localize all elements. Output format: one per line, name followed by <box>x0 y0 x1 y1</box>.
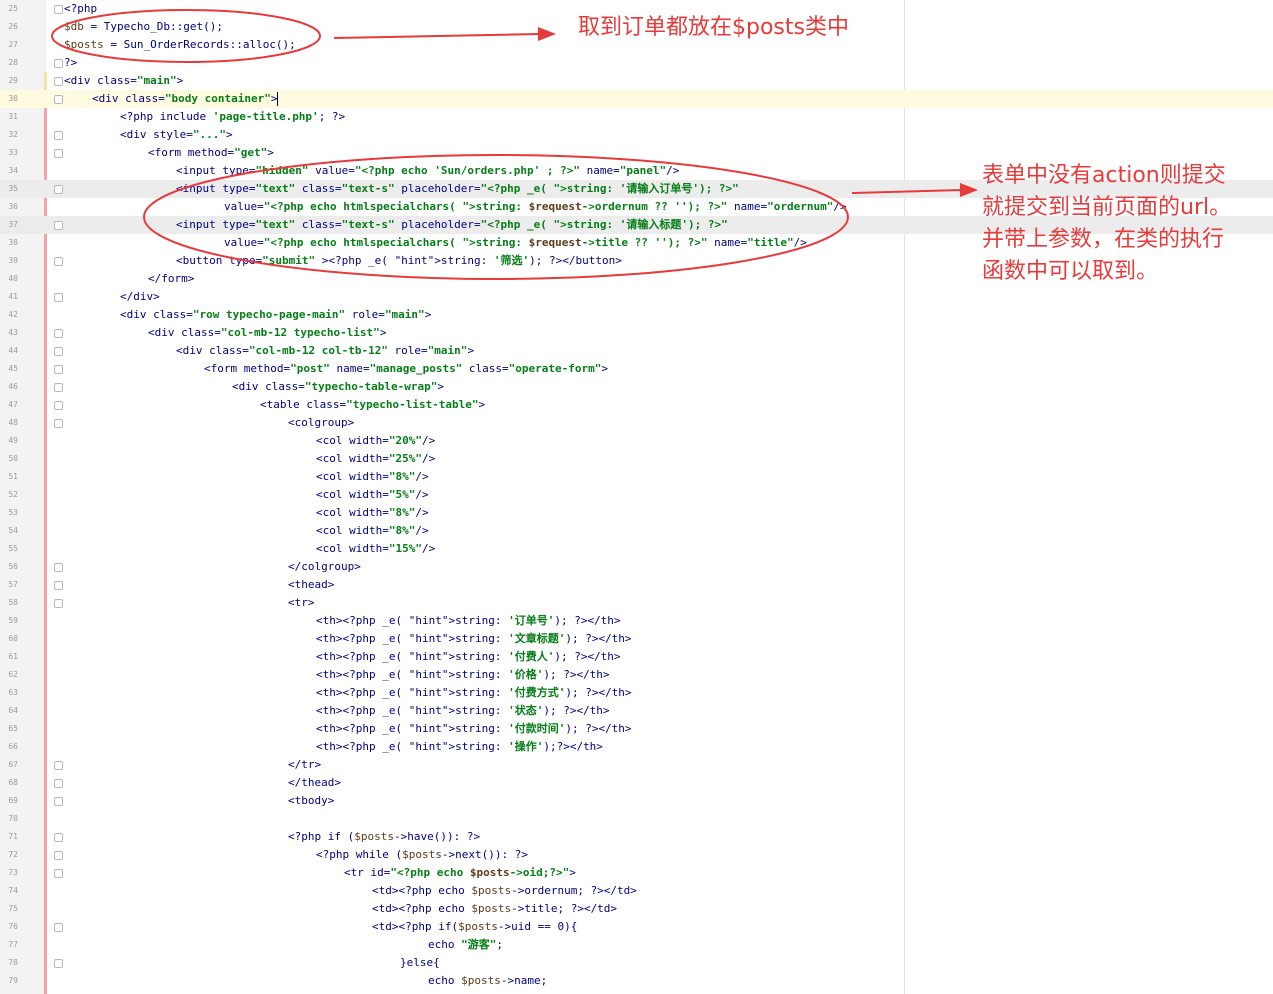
side-note-line: 表单中没有action则提交 <box>982 163 1226 188</box>
annotation-arrow-form <box>851 189 963 194</box>
annotation-arrow-top <box>333 33 541 39</box>
annotation-arrowhead-top <box>538 27 556 41</box>
side-note-line: 就提交到当前页面的url。 <box>982 195 1232 220</box>
annotation-arrowhead-form <box>960 183 978 197</box>
side-note-line: 函数中可以取到。 <box>982 259 1159 284</box>
annotation-overlay <box>51 9 978 280</box>
side-note-line: 并带上参数，在类的执行 <box>982 227 1225 252</box>
side-annotation-note: 表单中没有action则提交 就提交到当前页面的url。 并带上参数，在类的执行… <box>982 160 1262 288</box>
annotation-ellipse-top <box>51 9 321 63</box>
top-annotation-note: 取到订单都放在$posts类中 <box>578 15 849 40</box>
annotation-ellipse-form <box>143 154 849 280</box>
